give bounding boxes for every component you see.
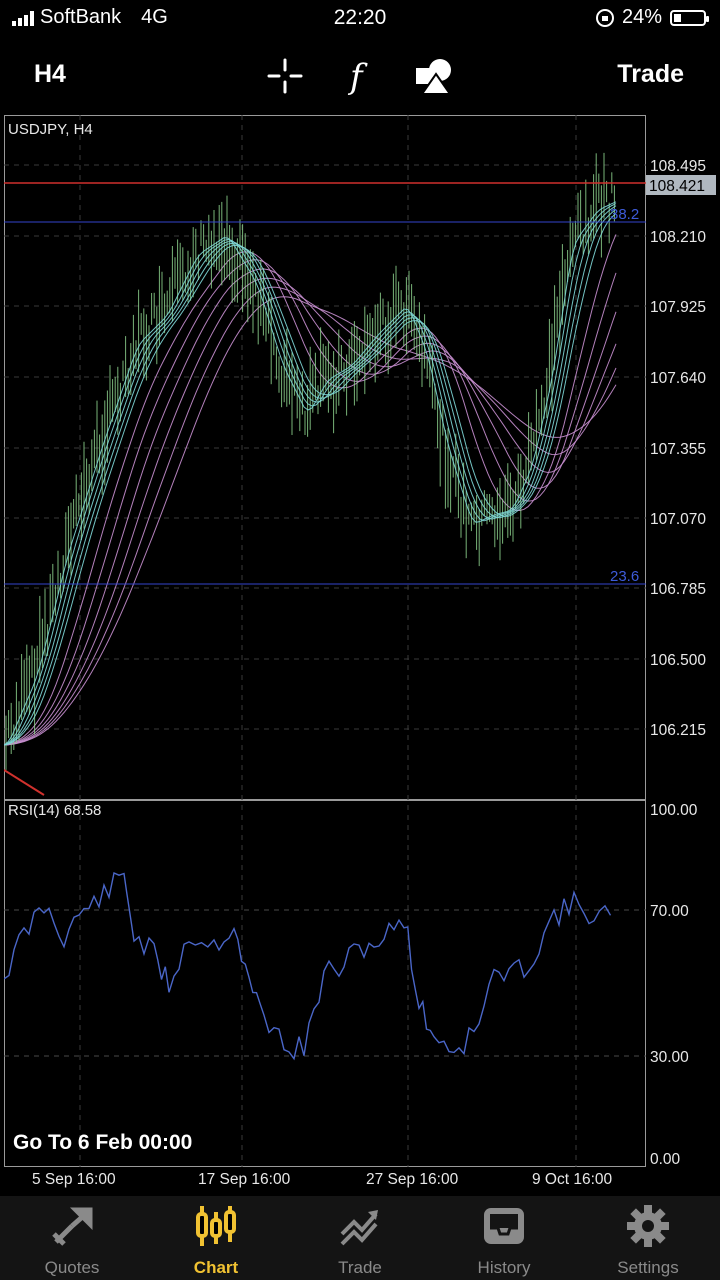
trend-line: [4, 769, 45, 796]
price-level: 108.210: [650, 229, 706, 246]
rsi-level: 30.00: [650, 1049, 689, 1066]
status-right: 24%: [595, 6, 709, 29]
fib-label-236: 23.6: [610, 568, 639, 585]
moving-average-slow: [4, 234, 617, 746]
price-level: 106.785: [650, 581, 706, 598]
tab-trade[interactable]: Trade: [288, 1196, 432, 1280]
main-chart-frame: [4, 115, 646, 800]
grid: [4, 115, 646, 1167]
tab-settings[interactable]: Settings: [576, 1196, 720, 1280]
price-level: 106.500: [650, 652, 706, 669]
tab-label: Quotes: [44, 1258, 100, 1277]
time-axis: 5 Sep 16:00 17 Sep 16:00 27 Sep 16:00 9 …: [32, 1171, 613, 1188]
symbol-label: USDJPY, H4: [8, 121, 93, 138]
chart-area[interactable]: USDJPY, H4 RSI(14) 68.58 38.2 23.6: [4, 115, 646, 1167]
price-level: 107.640: [650, 370, 706, 387]
price-level: 107.070: [650, 511, 706, 528]
rsi-level: 100.00: [650, 802, 698, 819]
tab-label: Chart: [193, 1258, 239, 1277]
rsi-level: 70.00: [650, 903, 689, 920]
gear-icon: [627, 1205, 669, 1247]
trade-icon: [340, 1210, 378, 1246]
svg-text:f: f: [347, 57, 368, 96]
trade-button[interactable]: Trade: [617, 60, 684, 89]
rotation-lock-icon: [595, 8, 614, 27]
chart-toolbar: H4 f Trade: [0, 48, 720, 102]
price-level: 107.355: [650, 441, 706, 458]
timeframe-button[interactable]: H4: [34, 60, 66, 89]
battery-icon: [670, 9, 709, 26]
time-label: 9 Oct 16:00: [532, 1171, 613, 1188]
tab-history[interactable]: History: [432, 1196, 576, 1280]
fib-label-382: 38.2: [610, 206, 639, 223]
tab-chart[interactable]: Chart: [144, 1196, 288, 1280]
tab-label: Settings: [617, 1258, 679, 1277]
price-axis: 108.495 108.210 107.925 107.640 107.355 …: [646, 158, 716, 1168]
objects-icon[interactable]: [414, 56, 454, 96]
moving-averages-slow: [4, 234, 617, 746]
price-level: 108.495: [650, 158, 706, 175]
rsi-label: RSI(14) 68.58: [8, 802, 101, 819]
price-level: 107.925: [650, 299, 706, 316]
tab-quotes[interactable]: Quotes: [0, 1196, 144, 1280]
rsi-line: [4, 872, 612, 1061]
candles: [5, 152, 615, 770]
history-icon: [484, 1208, 524, 1244]
chart-icon: [196, 1206, 236, 1246]
time-label: 5 Sep 16:00: [32, 1171, 116, 1188]
crosshair-icon[interactable]: [265, 56, 305, 96]
tab-label: History: [477, 1258, 531, 1277]
rsi-chart-frame: [4, 800, 646, 1167]
function-icon[interactable]: f: [340, 56, 380, 97]
tab-label: Trade: [338, 1258, 382, 1277]
goto-date-label[interactable]: Go To 6 Feb 00:00: [13, 1131, 192, 1155]
moving-averages-fast: [4, 201, 617, 746]
battery-percent: 24%: [621, 6, 662, 28]
price-chart[interactable]: USDJPY, H4 RSI(14) 68.58 38.2 23.6: [4, 115, 646, 1167]
time-label: 27 Sep 16:00: [366, 1171, 459, 1188]
price-level: 106.215: [650, 722, 706, 739]
moving-average-fast: [4, 201, 617, 746]
status-bar: SoftBank 4G 22:20 24%: [0, 0, 720, 38]
current-price: 108.421: [649, 178, 705, 195]
time-label: 17 Sep 16:00: [198, 1171, 291, 1188]
tab-bar: Quotes Chart Trade History Settings: [0, 1196, 720, 1280]
quotes-icon: [52, 1207, 93, 1246]
